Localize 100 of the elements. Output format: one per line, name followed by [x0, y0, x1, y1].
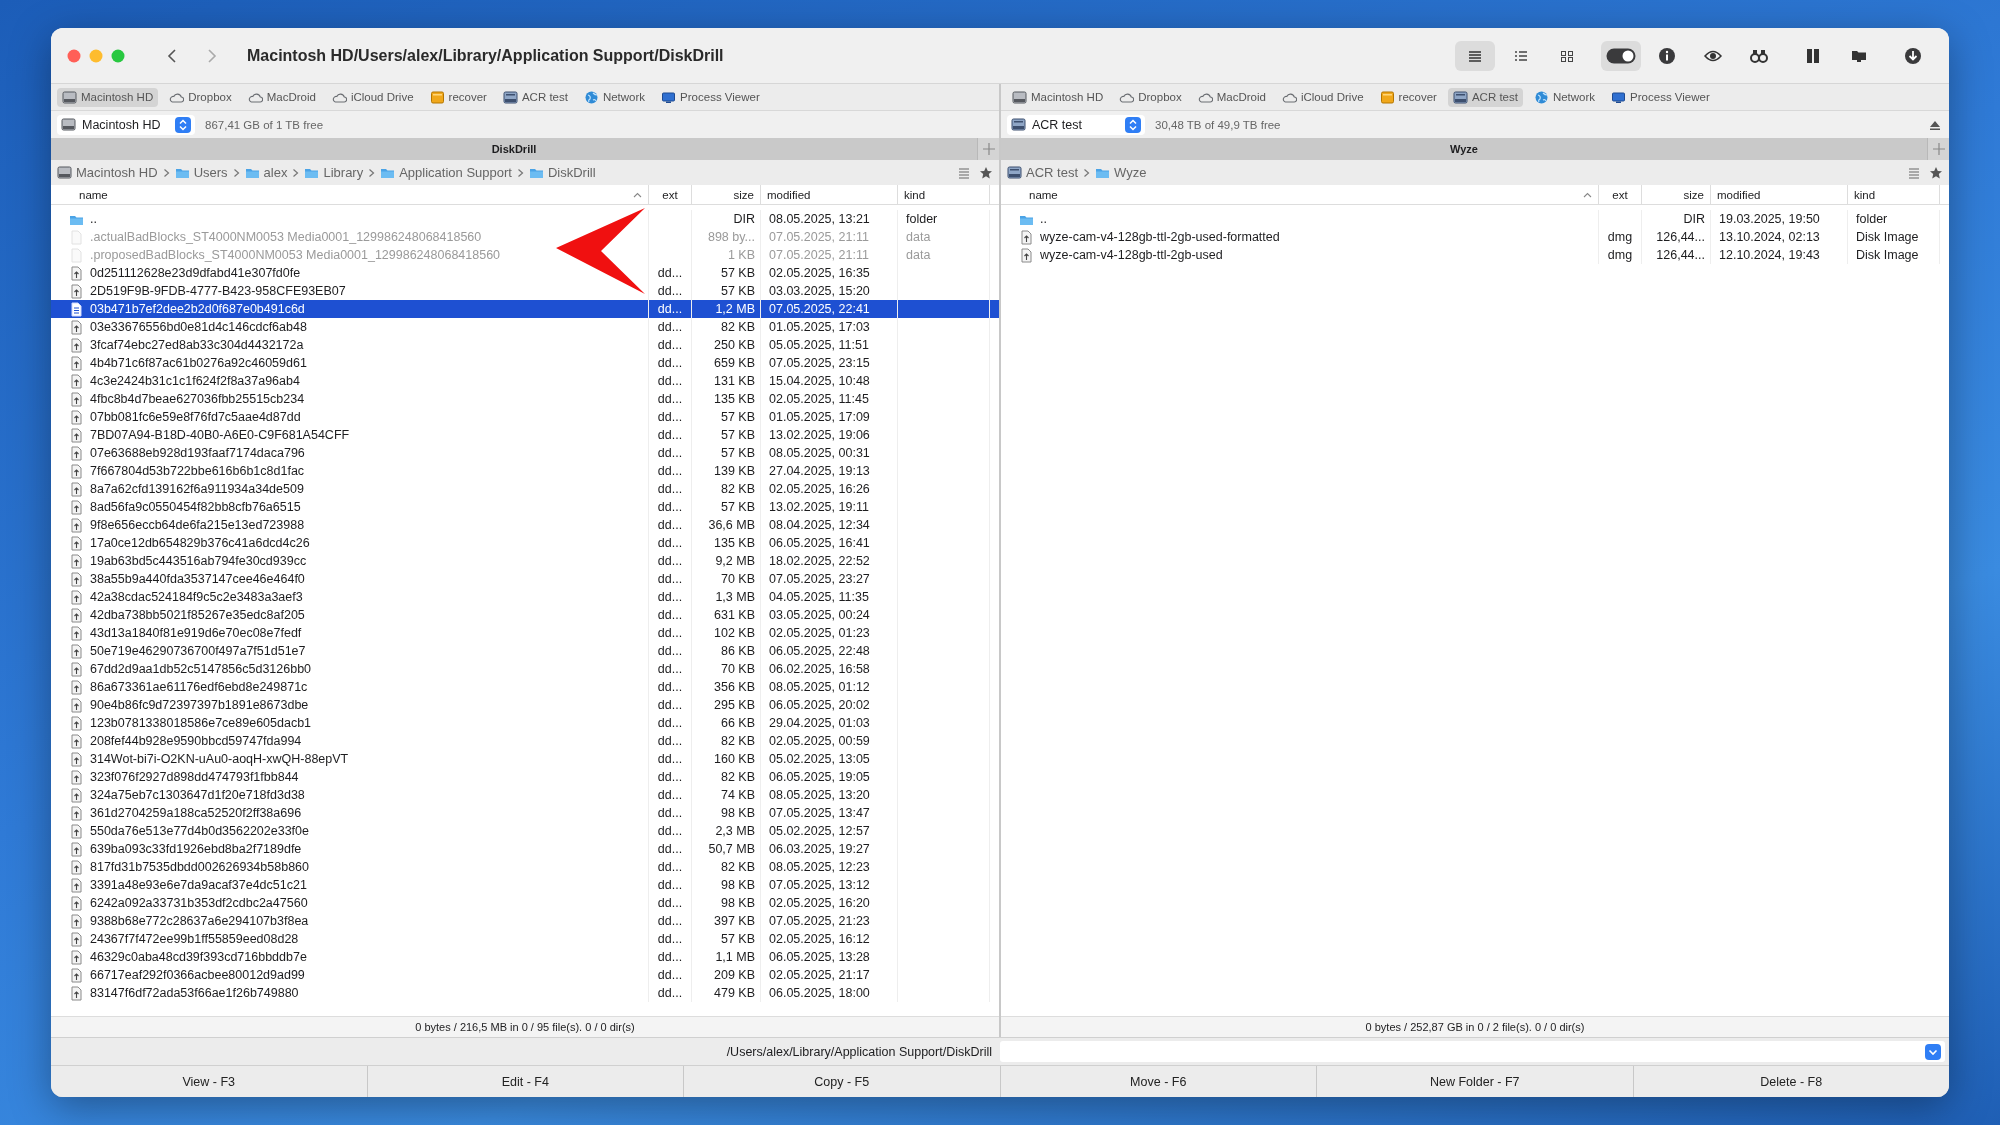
file-row[interactable]: 67dd2d9aa1db52c5147856c5d3126bb0 dd... 70 KB 06.02.2025, 16:58 [51, 660, 999, 678]
file-row[interactable]: 4c3e2424b31c1c1f624f2f8a37a96ab4 dd... 131 KB 15.04.2025, 10:48 [51, 372, 999, 390]
download-icon[interactable] [1904, 46, 1922, 65]
column-header[interactable]: size [1642, 185, 1711, 204]
breadcrumb-item[interactable]: alex [244, 165, 288, 180]
function-key-button[interactable]: Copy - F5 [684, 1066, 1000, 1097]
column-header[interactable]: kind [1848, 185, 1940, 204]
function-key-button[interactable]: View - F3 [51, 1066, 367, 1097]
file-row[interactable]: 7BD07A94-B18D-40B0-A6E0-C9F681A54CFF dd... 57 KB 13.02.2025, 19:06 [51, 426, 999, 444]
function-key-button[interactable]: Edit - F4 [367, 1066, 683, 1097]
file-row[interactable]: wyze-cam-v4-128gb-ttl-2gb-used-formatted dmg 126,44... 13.10.2024, 02:13 Disk Image [1001, 228, 1949, 246]
column-header[interactable]: kind [898, 185, 990, 204]
file-row[interactable]: 817fd31b7535dbdd002626934b58b860 dd... 82 KB 08.05.2025, 12:23 [51, 858, 999, 876]
file-row[interactable]: 323f076f2927d898dd474793f1fbb844 dd... 82 KB 06.05.2025, 19:05 [51, 768, 999, 786]
breadcrumb-item[interactable]: DiskDrill [528, 165, 596, 180]
favorite-item[interactable]: Macintosh HD [57, 87, 159, 107]
file-row[interactable]: 46329c0aba48cd39f393cd716bbddb7e dd... 1,1 MB 06.05.2025, 13:28 [51, 948, 999, 966]
file-row[interactable]: 19ab63bd5c443516ab794fe30cd939cc dd... 9,2 MB 18.02.2025, 22:52 [51, 552, 999, 570]
favorite-item[interactable]: Process Viewer [656, 87, 765, 107]
toggle-switch[interactable] [1606, 47, 1636, 64]
column-header[interactable]: name [51, 185, 649, 204]
command-field[interactable] [1000, 1041, 1945, 1062]
favorite-item[interactable]: ACR test [497, 87, 573, 107]
file-row[interactable]: 42a38cdac524184f9c5c2e3483a3aef3 dd... 1,3 MB 04.05.2025, 11:35 [51, 588, 999, 606]
favorite-item[interactable]: MacDroid [242, 87, 321, 107]
file-row[interactable]: 43d13a1840f81e919d6e70ec08e7fedf dd... 102 KB 02.05.2025, 01:23 [51, 624, 999, 642]
file-row[interactable]: 17a0ce12db654829b376c41a6dcd4c26 dd... 135 KB 06.05.2025, 16:41 [51, 534, 999, 552]
drive-selector[interactable]: Macintosh HD [57, 114, 195, 135]
favorite-item[interactable]: Network [578, 87, 651, 107]
back-button[interactable] [165, 47, 179, 64]
file-row[interactable]: 03e33676556bd0e81d4c146cdcf6ab48 dd... 82 KB 01.05.2025, 17:03 [51, 318, 999, 336]
star-icon[interactable] [1929, 165, 1943, 180]
favorite-item[interactable]: Macintosh HD [1007, 87, 1109, 107]
favorite-item[interactable]: Process Viewer [1606, 87, 1715, 107]
file-row[interactable]: 324a75eb7c1303647d1f20e718fd3d38 dd... 74 KB 08.05.2025, 13:20 [51, 786, 999, 804]
function-key-button[interactable]: Move - F6 [1000, 1066, 1316, 1097]
favorite-item[interactable]: ACR test [1447, 87, 1523, 107]
modified-date: 06.05.2025, 20:02 [769, 698, 870, 712]
file-row[interactable]: 4b4b71c6f87ac61b0276a92c46059d61 dd... 659 KB 07.05.2025, 23:15 [51, 354, 999, 372]
favorite-item[interactable]: Network [1528, 87, 1601, 107]
file-row[interactable]: 9388b68e772c28637a6e294107b3f8ea dd... 397 KB 07.05.2025, 21:23 [51, 912, 999, 930]
file-row[interactable]: 07e63688eb928d193faaf7174daca796 dd... 57 KB 08.05.2025, 00:31 [51, 444, 999, 462]
file-row[interactable]: 83147f6df72ada53f66ae1f26b749880 dd... 479 KB 06.05.2025, 18:00 [51, 984, 999, 1002]
file-name: 4fbc8b4d7beae627036fbb25515cb234 [90, 392, 305, 406]
function-key-button[interactable]: Delete - F8 [1633, 1066, 1949, 1097]
file-row[interactable]: .. DIR 19.03.2025, 19:50 folder [1001, 210, 1949, 228]
favorite-item[interactable]: recover [1374, 87, 1442, 107]
file-row[interactable]: 50e719e46290736700f497a7f51d51e7 dd... 86 KB 06.05.2025, 22:48 [51, 642, 999, 660]
favorite-item[interactable]: MacDroid [1192, 87, 1271, 107]
file-row[interactable]: 314Wot-bi7i-O2KN-uAu0-aoqH-xwQH-88epVT dd... 160 KB 05.02.2025, 13:05 [51, 750, 999, 768]
column-header[interactable]: size [692, 185, 761, 204]
file-row[interactable]: 361d2704259a188ca52520f2ff38a696 dd... 98 KB 07.05.2025, 13:47 [51, 804, 999, 822]
favorite-item[interactable]: Dropbox [164, 87, 237, 107]
file-row[interactable]: 208fef44b928e9590bbcd59747fda994 dd... 82 KB 02.05.2025, 00:59 [51, 732, 999, 750]
column-header[interactable]: ext [1599, 185, 1642, 204]
breadcrumb-item[interactable]: Application Support [380, 165, 512, 180]
file-row[interactable]: 90e4b86fc9d72397397b1891e8673dbe dd... 295 KB 06.05.2025, 20:02 [51, 696, 999, 714]
file-row[interactable]: 639ba093c33fd1926ebd8ba2f7189dfe dd... 50,7 MB 06.03.2025, 19:27 [51, 840, 999, 858]
file-row[interactable]: 123b0781338018586e7ce89e605dacb1 dd... 66 KB 29.04.2025, 01:03 [51, 714, 999, 732]
breadcrumb-item[interactable]: Library [304, 165, 364, 180]
close-button[interactable] [67, 48, 81, 63]
breadcrumb-item[interactable]: Users [174, 165, 228, 180]
function-key-button[interactable]: New Folder - F7 [1317, 1066, 1633, 1097]
file-row[interactable]: 3391a48e93e6e7da9acaf37e4dc51c21 dd... 98 KB 07.05.2025, 13:12 [51, 876, 999, 894]
file-row[interactable]: 550da76e513e77d4b0d3562202e33f0e dd... 2,3 MB 05.02.2025, 12:57 [51, 822, 999, 840]
star-icon[interactable] [979, 165, 993, 180]
modified-date: 01.05.2025, 17:09 [769, 410, 870, 424]
file-icon [69, 517, 84, 533]
column-header[interactable]: modified [1711, 185, 1848, 204]
favorite-item[interactable]: iCloud Drive [1276, 87, 1369, 107]
file-row[interactable]: 6242a092a33731b353df2cdbc2a47560 dd... 98 KB 02.05.2025, 16:20 [51, 894, 999, 912]
file-row[interactable]: 03b471b7ef2dee2b2d0f687e0b491c6d dd... 1,2 MB 07.05.2025, 22:41 [51, 300, 999, 318]
file-row[interactable]: wyze-cam-v4-128gb-ttl-2gb-used dmg 126,44... 12.10.2024, 19:43 Disk Image [1001, 246, 1949, 264]
file-row[interactable]: 24367f7f472ee99b1ff55859eed08d28 dd... 57 KB 02.05.2025, 16:12 [51, 930, 999, 948]
breadcrumb-item[interactable]: Macintosh HD [57, 165, 158, 180]
file-row[interactable]: 8ad56fa9c0550454f82bb8cfb76a6515 dd... 57 KB 13.02.2025, 19:11 [51, 498, 999, 516]
file-row[interactable]: 9f8e656eccb64de6fa215e13ed723988 dd... 36,6 MB 08.04.2025, 12:34 [51, 516, 999, 534]
file-row[interactable]: 38a55b9a440fda3537147cee46e464f0 dd... 70 KB 07.05.2025, 23:27 [51, 570, 999, 588]
drive-selector[interactable]: ACR test [1007, 114, 1145, 135]
column-header[interactable]: name [1001, 185, 1599, 204]
column-header[interactable]: ext [649, 185, 692, 204]
column-header[interactable]: modified [761, 185, 898, 204]
file-row[interactable]: 4fbc8b4d7beae627036fbb25515cb234 dd... 135 KB 02.05.2025, 11:45 [51, 390, 999, 408]
breadcrumb-item[interactable]: Wyze [1095, 165, 1147, 180]
file-row[interactable]: 86a673361ae61176edf6ebd8e249871c dd... 356 KB 08.05.2025, 01:12 [51, 678, 999, 696]
info-icon[interactable] [1658, 46, 1676, 65]
file-row[interactable]: 8a7a62cfd139162f6a911934a34de509 dd... 82 KB 02.05.2025, 16:26 [51, 480, 999, 498]
favorite-item[interactable]: iCloud Drive [326, 87, 419, 107]
dropdown-icon[interactable] [1925, 1043, 1941, 1060]
window-title: Macintosh HD/Users/alex/Library/Application Support/DiskDrill [247, 46, 724, 65]
file-kind: folder [1856, 212, 1888, 226]
file-row[interactable]: 07bb081fc6e59e8f76fd7c5aae4d87dd dd... 57 KB 01.05.2025, 17:09 [51, 408, 999, 426]
panels-icon[interactable] [1804, 46, 1822, 65]
file-row[interactable]: 42dba738bb5021f85267e35edc8af205 dd... 631 KB 03.05.2025, 00:24 [51, 606, 999, 624]
file-row[interactable]: 66717eaf292f0366acbee80012d9ad99 dd... 209 KB 02.05.2025, 21:17 [51, 966, 999, 984]
file-row[interactable]: 3fcaf74ebc27ed8ab33c304d4432172a dd... 250 KB 05.05.2025, 11:51 [51, 336, 999, 354]
file-row[interactable]: 7f667804d53b722bbe616b6b1c8d1fac dd... 139 KB 27.04.2025, 19:13 [51, 462, 999, 480]
breadcrumb-item[interactable]: ACR test [1007, 165, 1078, 180]
favorite-item[interactable]: Dropbox [1114, 87, 1187, 107]
favorite-item[interactable]: recover [424, 87, 492, 107]
